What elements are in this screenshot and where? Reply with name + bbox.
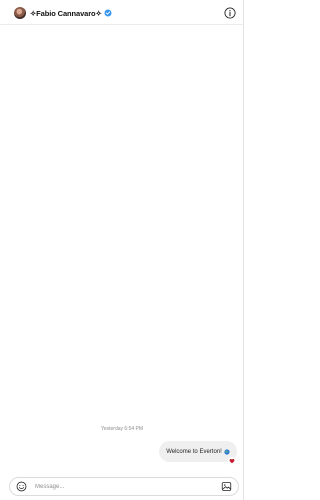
message-bubble[interactable]: Welcome to Everton! [159,441,237,462]
timestamp: Yesterday 6:54 PM [100,426,144,432]
heart-reaction[interactable] [228,457,236,465]
avatar[interactable] [14,7,26,19]
heart-icon [229,458,235,464]
verified-badge-icon [104,9,112,17]
message-input[interactable] [35,481,211,492]
info-button[interactable] [224,7,236,19]
image-upload-button[interactable] [221,480,234,493]
message-text: Welcome to Everton! [166,448,222,455]
message-thread: Yesterday 6:54 PM Welcome to Everton! [0,25,244,472]
info-icon [224,7,236,19]
smiley-icon [16,481,27,492]
globe-icon [224,448,230,455]
chat-header: ✧Fabio Cannavaro✧ [0,0,244,25]
message-composer [9,477,239,496]
image-icon [221,482,232,491]
emoji-button[interactable] [16,480,29,493]
username-wrap[interactable]: ✧Fabio Cannavaro✧ [30,7,112,19]
username[interactable]: ✧Fabio Cannavaro✧ [30,9,102,18]
